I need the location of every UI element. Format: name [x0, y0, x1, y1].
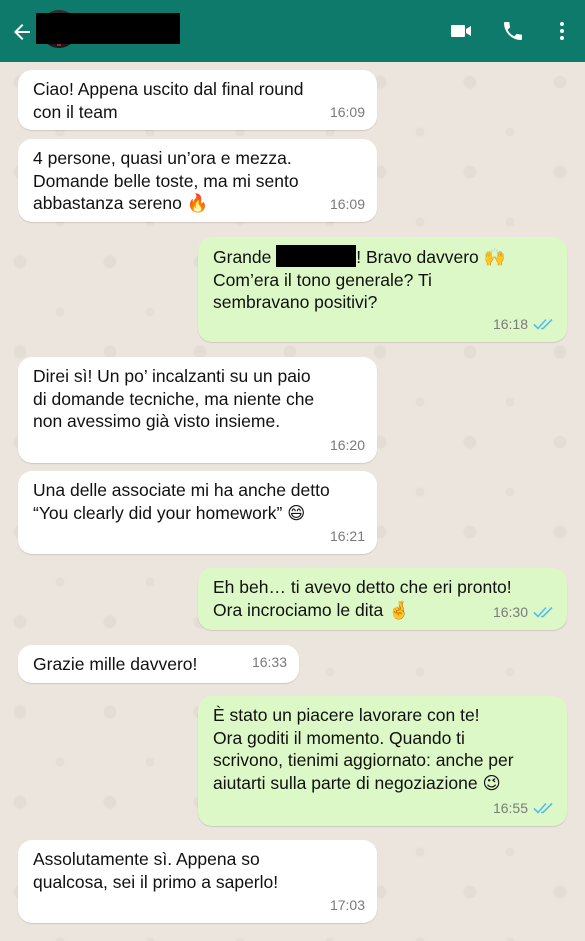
- message-incoming[interactable]: Una delle associate mi ha anche detto “Y…: [18, 471, 377, 554]
- message-text: Grazie mille davvero!: [33, 654, 198, 674]
- more-vertical-icon[interactable]: [550, 19, 574, 43]
- message-text: Direi sì! Un po’ incalzanti su un paio d…: [33, 366, 315, 431]
- redacted-name: [276, 245, 357, 267]
- message-incoming[interactable]: Direi sì! Un po’ incalzanti su un paio d…: [18, 357, 377, 463]
- read-receipt-icon: [533, 802, 553, 814]
- message-outgoing[interactable]: Eh beh… ti avevo detto che eri pronto! O…: [198, 568, 567, 630]
- message-time: 16:55: [493, 797, 555, 820]
- message-outgoing[interactable]: Grande ! Bravo davvero 🙌 Com’era il tono…: [198, 237, 567, 342]
- chat-header: [0, 0, 585, 62]
- message-incoming[interactable]: Assolutamente sì. Appena so qualcosa, se…: [18, 840, 377, 923]
- message-list[interactable]: Ciao! Appena uscito dal final round con …: [0, 62, 585, 941]
- message-time: 16:18: [493, 313, 555, 336]
- message-time: 16:21: [329, 527, 365, 544]
- read-receipt-icon: [533, 606, 553, 618]
- back-arrow-icon[interactable]: [10, 20, 34, 44]
- message-incoming[interactable]: Ciao! Appena uscito dal final round con …: [18, 70, 377, 130]
- message-time: 16:30: [493, 601, 555, 624]
- message-time: 16:33: [251, 653, 287, 670]
- message-text: Una delle associate mi ha anche detto “Y…: [33, 480, 330, 523]
- message-time: 16:09: [329, 195, 365, 212]
- message-text: Assolutamente sì. Appena so qualcosa, se…: [33, 849, 279, 892]
- message-incoming[interactable]: 4 persone, quasi un’ora e mezza. Domande…: [18, 139, 377, 222]
- message-time: 17:03: [329, 896, 365, 913]
- message-text: Grande ! Bravo davvero 🙌 Com’era il tono…: [213, 245, 506, 312]
- message-text: Ciao! Appena uscito dal final round con …: [33, 79, 304, 122]
- video-call-icon[interactable]: [449, 19, 473, 43]
- message-incoming[interactable]: Grazie mille davvero! 16:33: [18, 645, 299, 683]
- message-text: È stato un piacere lavorare con te! Ora …: [213, 705, 514, 793]
- contact-name-redacted[interactable]: [36, 13, 180, 44]
- read-receipt-icon: [533, 318, 553, 330]
- message-time: 16:20: [329, 436, 365, 453]
- message-text: 4 persone, quasi un’ora e mezza. Domande…: [33, 148, 299, 213]
- phone-icon[interactable]: [501, 19, 525, 43]
- message-time: 16:09: [329, 103, 365, 120]
- message-outgoing[interactable]: È stato un piacere lavorare con te! Ora …: [198, 696, 567, 826]
